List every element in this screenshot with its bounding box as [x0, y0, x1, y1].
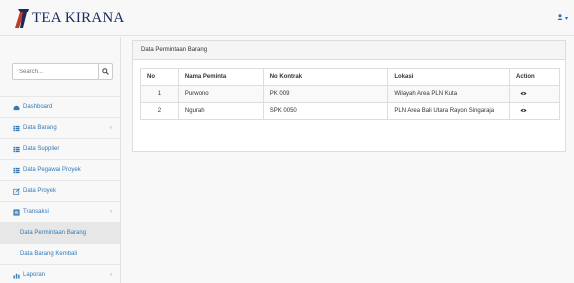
cell-lokasi: Wilayah Area PLN Kuta	[387, 85, 511, 103]
sidebar-item-label: Dashboard	[23, 104, 53, 110]
column-header-nama-peminta: Nama Peminta	[177, 68, 264, 86]
column-header-action: Action	[509, 68, 560, 86]
sidebar-item-data-pegawai-proyek[interactable]: Data Pegawai Proyek	[0, 159, 120, 180]
top-navbar: TEA KIRANA ▾	[0, 0, 574, 36]
user-menu-toggle[interactable]: ▾	[557, 14, 568, 22]
brand-name: TEA KIRANA	[32, 9, 125, 26]
sidebar-menu: Dashboard Data Barang ‹ Data Supplier Da…	[0, 96, 120, 283]
sidebar-item-label: Laporan	[23, 272, 46, 278]
sidebar: Dashboard Data Barang ‹ Data Supplier Da…	[0, 37, 121, 283]
dashboard-icon	[13, 104, 20, 111]
search-icon	[102, 68, 109, 75]
column-header-lokasi: Lokasi	[387, 68, 511, 86]
list-icon	[13, 208, 20, 216]
table-icon	[13, 167, 20, 174]
sidebar-item-dashboard[interactable]: Dashboard	[0, 96, 120, 117]
cell-nama-peminta: Purwono	[177, 85, 264, 103]
sidebar-item-label: Data Supplier	[23, 146, 60, 152]
sidebar-item-label: Data Barang Kembali	[20, 251, 78, 257]
sidebar-item-label: Transaksi	[23, 209, 49, 215]
table-row: 2 Ngurah SPK 0050 PLN Area Bali Utara Ra…	[140, 102, 560, 120]
user-icon	[557, 14, 563, 22]
view-icon[interactable]	[520, 108, 527, 115]
sidebar-item-transaksi[interactable]: Transaksi ‹	[0, 201, 120, 222]
sidebar-subitem-data-permintaan-barang[interactable]: Data Permintaan Barang	[0, 222, 120, 243]
caret-down-icon: ▾	[564, 15, 568, 22]
search-button[interactable]	[98, 64, 112, 79]
edit-icon	[13, 187, 20, 195]
view-icon[interactable]	[520, 91, 527, 98]
panel-title: Data Permintaan Barang	[141, 47, 208, 53]
cell-lokasi: PLN Area Bali Utara Rayon Singaraja	[387, 102, 511, 120]
table-header-row: No Nama Peminta No Kontrak Lokasi Action	[140, 68, 560, 86]
sidebar-item-label: Data Barang	[23, 125, 57, 131]
sidebar-item-data-proyek[interactable]: Data Proyek	[0, 180, 120, 201]
panel-heading: Data Permintaan Barang	[133, 41, 565, 60]
sidebar-item-data-barang[interactable]: Data Barang ‹	[0, 117, 120, 138]
sidebar-item-label: Data Pegawai Proyek	[23, 167, 81, 173]
logo-mark-icon	[14, 6, 31, 30]
chevron-left-icon: ‹	[110, 125, 112, 131]
cell-no: 2	[140, 102, 179, 120]
sidebar-item-label: Data Proyek	[23, 188, 57, 194]
chevron-left-icon: ‹	[110, 209, 112, 215]
bar-chart-icon	[13, 272, 20, 279]
chevron-left-icon: ‹	[110, 272, 112, 278]
column-header-no-kontrak: No Kontrak	[262, 68, 389, 86]
sidebar-item-data-supplier[interactable]: Data Supplier	[0, 138, 120, 159]
sidebar-item-label: Data Permintaan Barang	[20, 230, 87, 236]
content-panel: Data Permintaan Barang No Nama Peminta N…	[132, 40, 566, 152]
table-icon	[13, 125, 20, 132]
cell-no-kontrak: SPK 0050	[262, 102, 389, 120]
sidebar-item-laporan[interactable]: Laporan ‹	[0, 264, 120, 283]
column-header-no: No	[140, 68, 179, 86]
cell-no-kontrak: PK 009	[262, 85, 389, 103]
cell-no: 1	[140, 85, 179, 103]
sidebar-subitem-data-barang-kembali[interactable]: Data Barang Kembali	[0, 243, 120, 264]
brand-logo[interactable]: TEA KIRANA	[14, 6, 124, 30]
search-input[interactable]	[13, 68, 93, 75]
table-icon	[13, 146, 20, 153]
cell-action	[509, 102, 560, 120]
sidebar-search	[12, 63, 113, 80]
table-row: 1 Purwono PK 009 Wilayah Area PLN Kuta	[140, 85, 560, 103]
cell-nama-peminta: Ngurah	[177, 102, 264, 120]
requests-table: No Nama Peminta No Kontrak Lokasi Action…	[140, 68, 560, 120]
cell-action	[509, 85, 560, 103]
